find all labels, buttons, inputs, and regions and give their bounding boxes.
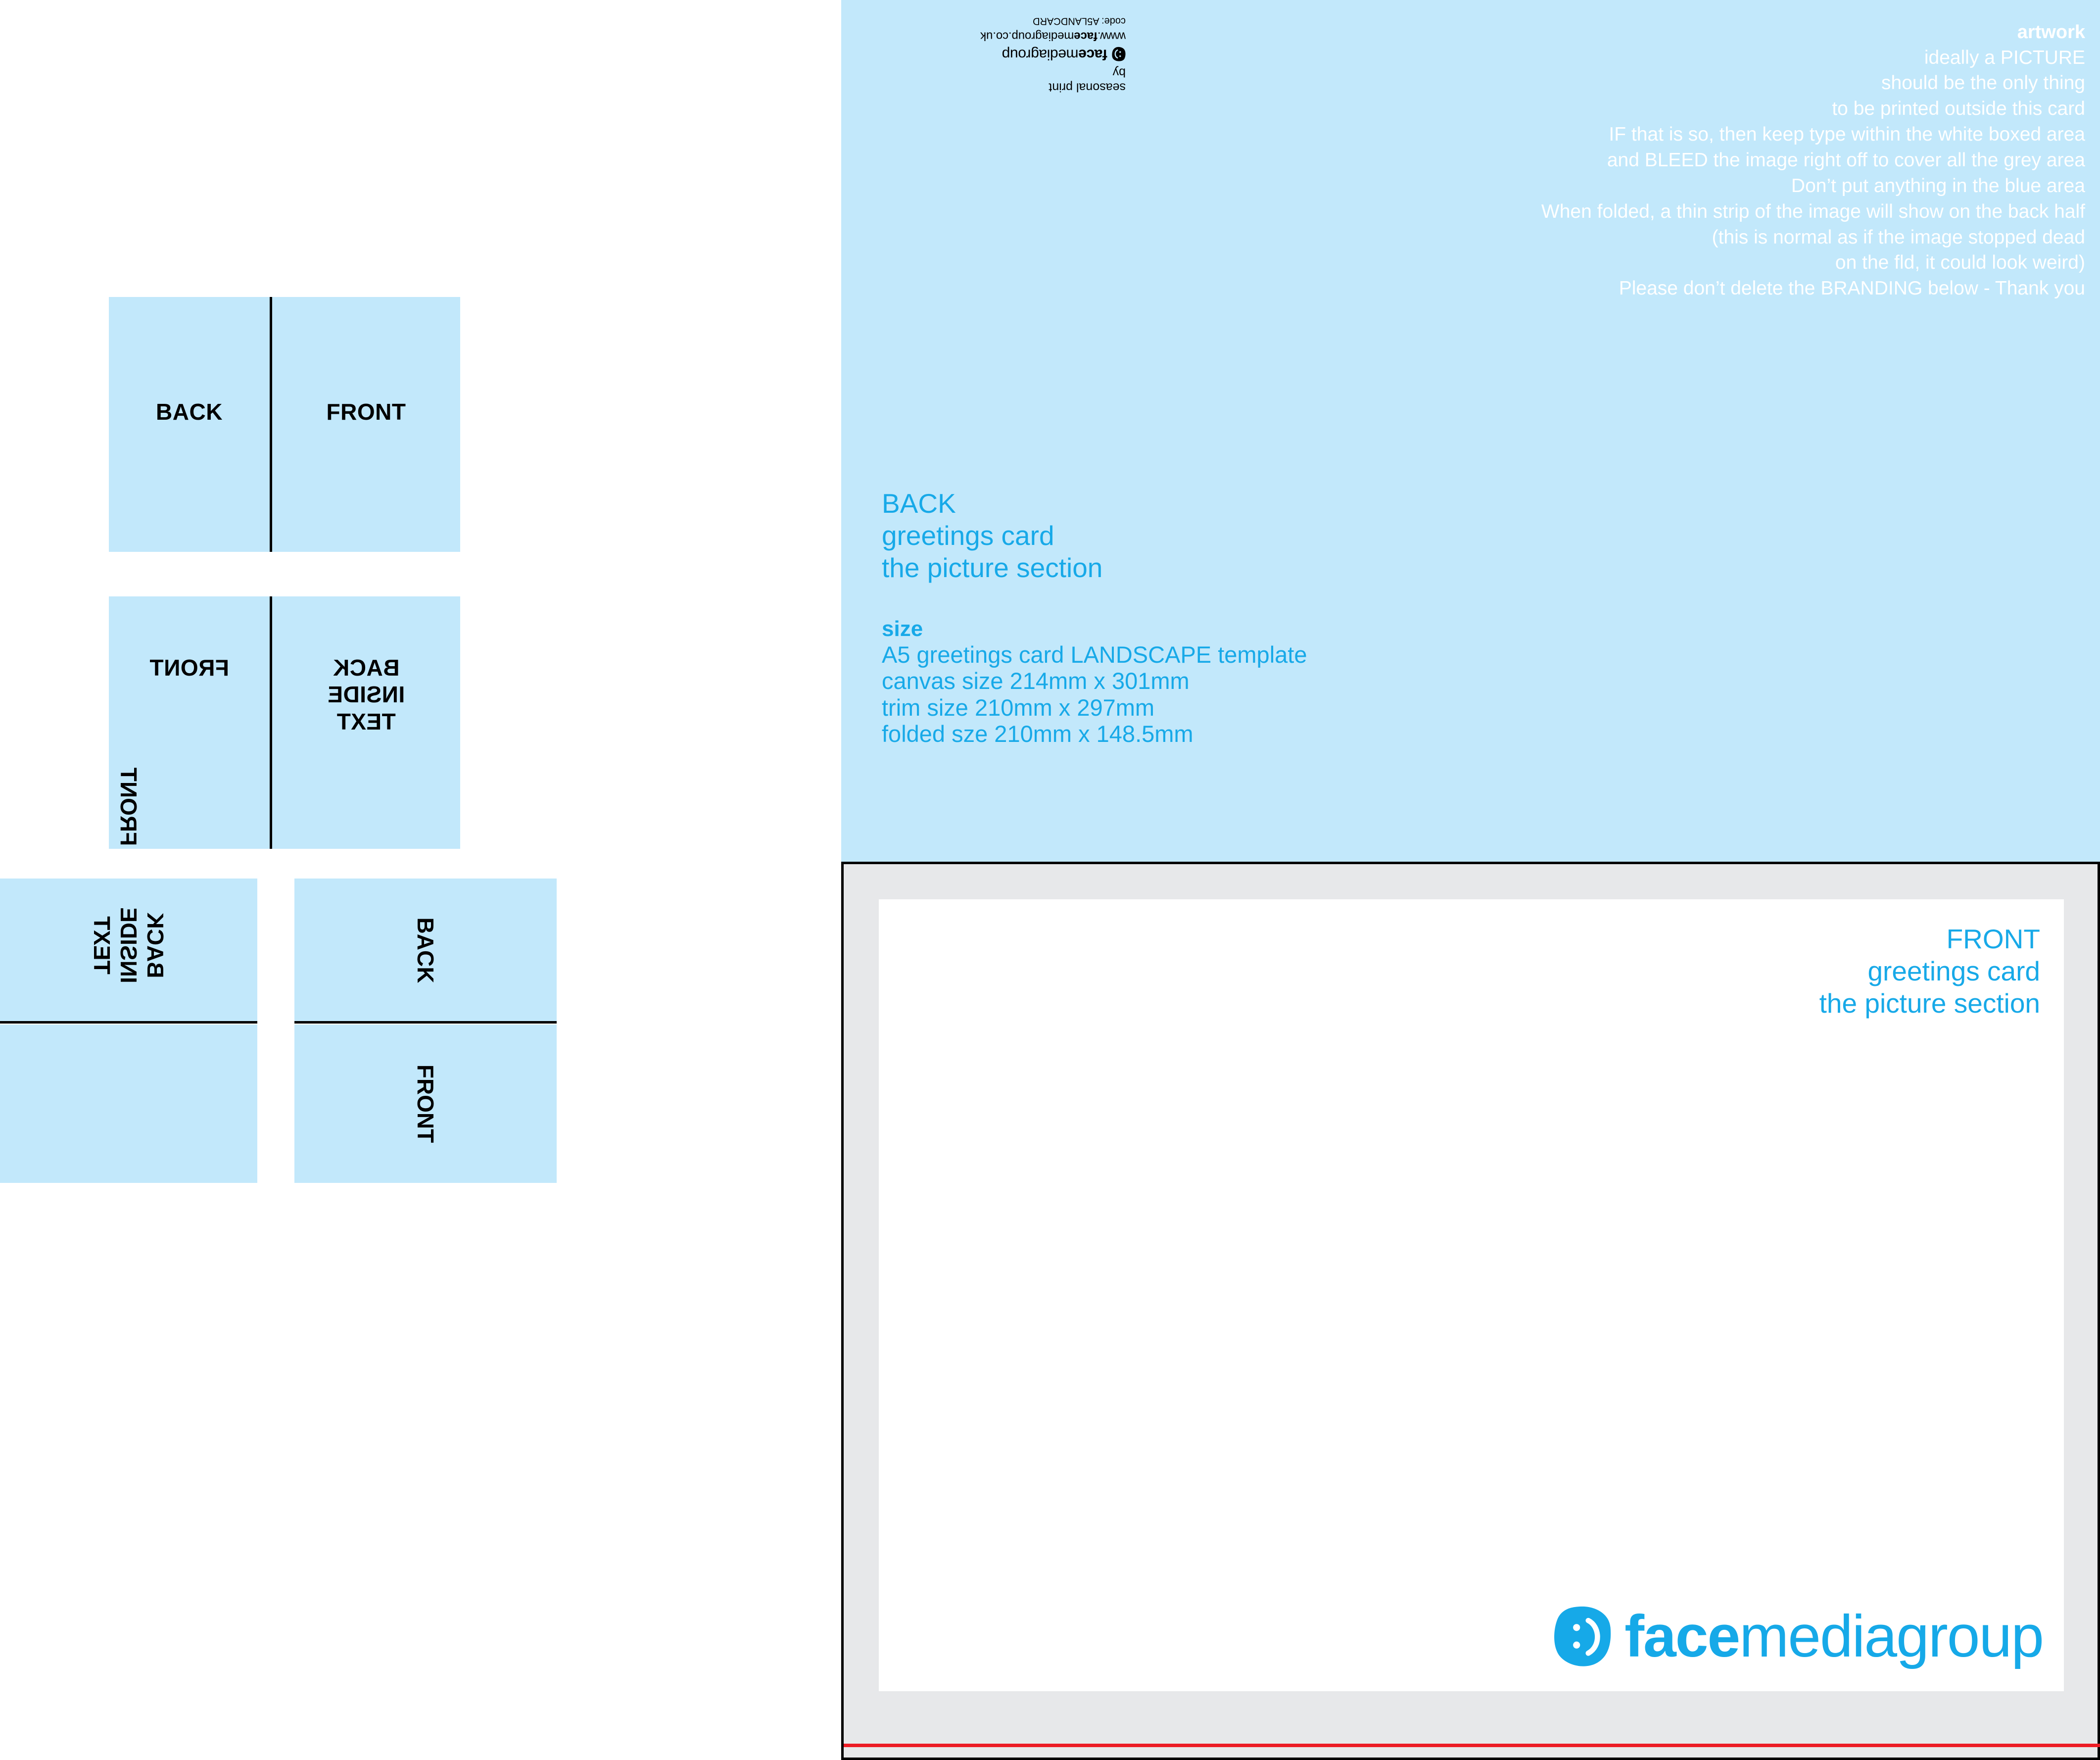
branding-seasonal-text: seasonal print: [1049, 80, 1126, 95]
front-subtitle-1: greetings card: [1867, 955, 2040, 986]
branding-url: www.facemediagroup.co.uk: [898, 29, 1126, 43]
size-line: A5 greetings card LANDSCAPE template: [882, 641, 1307, 668]
instruction-line: Don’t put anything in the blue area: [1791, 175, 2085, 196]
bleed-grey-area: FRONT greetings card the picture section…: [841, 862, 2100, 1760]
diagram3-left-bottom-label: BACK INSIDE TEXT: [89, 907, 169, 983]
branding-code: code: A5LANDCARD: [1033, 15, 1126, 27]
instructions-heading: artwork: [2017, 22, 2085, 43]
branding-url-bold: face: [1074, 29, 1098, 43]
branding-block-rotated: seasonal print by facemediagroup www.fac…: [898, 15, 1126, 95]
diagram2-front-label: FRONT: [149, 655, 229, 681]
instruction-line: When folded, a thin strip of the image w…: [1541, 200, 2085, 222]
blue-no-print-area: seasonal print by facemediagroup www.fac…: [841, 0, 2100, 862]
facemediagroup-logo: facemediagroup: [1553, 1605, 2044, 1667]
artwork-template: seasonal print by facemediagroup www.fac…: [841, 0, 2100, 1760]
trim-line-red: [844, 1744, 2100, 1747]
front-title: FRONT: [1946, 924, 2040, 954]
diagram3-right-bottom-label: FRONT: [413, 1064, 439, 1143]
logo-wordmark: facemediagroup: [1624, 1607, 2044, 1666]
front-safe-white-area: FRONT greetings card the picture section…: [879, 899, 2064, 1691]
size-line: trim size 210mm x 297mm: [882, 694, 1155, 721]
front-subtitle-2: the picture section: [1819, 987, 2040, 1019]
instruction-line: should be the only thing: [1881, 72, 2085, 94]
instruction-line: to be printed outside this card: [1832, 98, 2085, 120]
instruction-line: on the fld, it could look weird): [1835, 252, 2085, 274]
instruction-line: ideally a PICTURE: [1924, 47, 2085, 68]
size-line: canvas size 214mm x 301mm: [882, 668, 1190, 694]
branding-name: facemediagroup: [1002, 46, 1107, 63]
branding-name-light: mediagroup: [1002, 46, 1079, 63]
branding-by-text: by: [1112, 65, 1126, 80]
size-line: folded sze 210mm x 148.5mm: [882, 721, 1193, 747]
facemediagroup-smiley-icon: [1554, 1606, 1611, 1666]
artwork-instructions: artwork ideally a PICTURE should be the …: [1096, 20, 2085, 301]
front-section-info: FRONT greetings card the picture section: [1819, 923, 2040, 1020]
back-subtitle-2: the picture section: [882, 552, 1103, 583]
diagram1-back-label: BACK: [156, 399, 223, 425]
back-title: BACK: [882, 488, 956, 519]
diagram3-left-bottom-panel: [0, 1025, 257, 1183]
instruction-line: Please don’t delete the BRANDING below -…: [1619, 278, 2085, 299]
instruction-line: (this is normal as if the image stopped …: [1712, 226, 2085, 248]
branding-logo-line: facemediagroup: [898, 46, 1126, 63]
fold-diagrams-panel: BACK FRONT FRONT BACK INSIDE TEXT FRONT …: [0, 0, 841, 1760]
instruction-line: and BLEED the image right off to cover a…: [1607, 149, 2085, 171]
back-subtitle-1: greetings card: [882, 520, 1054, 551]
logo-word-face: face: [1624, 1603, 1740, 1669]
diagram2-back-label: BACK INSIDE TEXT: [327, 655, 405, 734]
diagram3-left-top-label: FRONT: [116, 767, 142, 846]
diagram3-right-top-label: BACK: [413, 917, 439, 983]
diagram1-front-label: FRONT: [326, 399, 406, 425]
branding-url-rest: mediagroup.co.uk: [980, 29, 1074, 43]
logo-word-mediagroup: mediagroup: [1739, 1603, 2044, 1669]
back-section-info: BACK greetings card the picture section …: [882, 488, 1307, 747]
size-heading: size: [882, 616, 923, 641]
instruction-line: IF that is so, then keep type within the…: [1609, 124, 2085, 146]
